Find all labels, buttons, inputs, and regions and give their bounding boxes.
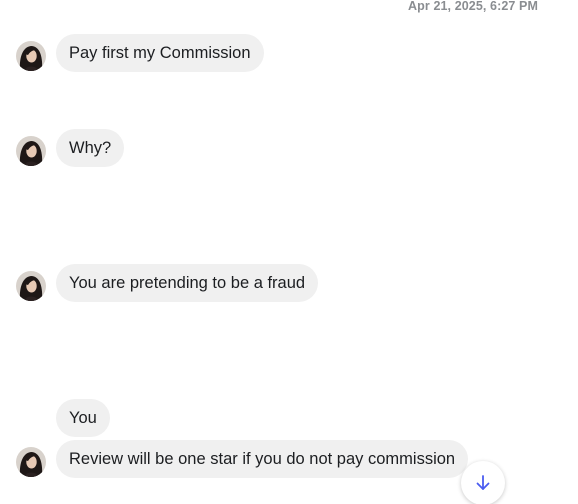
contact-avatar[interactable]	[16, 447, 46, 477]
message-bubble[interactable]: Why?	[56, 129, 125, 167]
contact-avatar[interactable]	[16, 271, 46, 301]
scroll-to-bottom-button[interactable]	[461, 461, 505, 504]
contact-avatar[interactable]	[16, 41, 46, 71]
message-bubble[interactable]: You	[56, 399, 110, 437]
message-bubble[interactable]: Review will be one star if you do not pa…	[56, 440, 469, 478]
message-bubble[interactable]: You are pretending to be a fraud	[56, 264, 319, 302]
chat-thread[interactable]: Apr 21, 2025, 6:27 PM Pay first my Commi…	[0, 0, 578, 504]
arrow-down-icon	[476, 475, 490, 490]
contact-avatar[interactable]	[16, 136, 46, 166]
message-timestamp: Apr 21, 2025, 6:27 PM	[408, 0, 538, 13]
message-bubble[interactable]: Pay first my Commission	[56, 34, 264, 72]
